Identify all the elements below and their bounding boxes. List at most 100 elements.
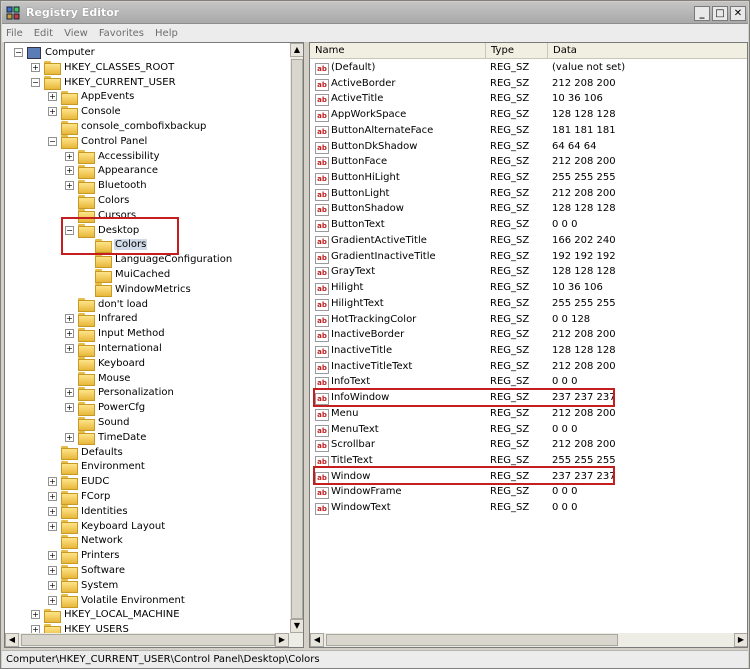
expand-icon[interactable]: +: [48, 595, 57, 605]
tree-node[interactable]: + Software: [48, 563, 126, 579]
tree-node[interactable]: Sound: [65, 415, 131, 431]
tree-node[interactable]: − HKEY_CURRENT_USER: [31, 75, 177, 91]
list-item[interactable]: ab Window REG_SZ 237 237 237: [310, 470, 747, 486]
tree-hscroll-thumb[interactable]: [21, 634, 275, 646]
list-item[interactable]: ab HilightText REG_SZ 255 255 255: [310, 297, 747, 313]
list-item[interactable]: ab HotTrackingColor REG_SZ 0 0 128: [310, 313, 747, 329]
list-item[interactable]: ab InactiveTitleText REG_SZ 212 208 200: [310, 360, 747, 376]
tree-node[interactable]: + AppEvents: [48, 89, 135, 105]
collapse-icon[interactable]: −: [48, 136, 57, 146]
expand-icon[interactable]: +: [48, 521, 57, 531]
list-item[interactable]: ab GrayText REG_SZ 128 128 128: [310, 265, 747, 281]
list-item[interactable]: ab ButtonHiLight REG_SZ 255 255 255: [310, 171, 747, 187]
minimize-button[interactable]: _: [694, 6, 710, 21]
column-type-header[interactable]: Type: [486, 43, 548, 59]
tree-node[interactable]: WindowMetrics: [82, 282, 192, 298]
tree-node[interactable]: + EUDC: [48, 474, 110, 490]
menu-edit[interactable]: Edit: [34, 28, 53, 39]
tree-node[interactable]: Network: [48, 533, 124, 549]
expand-icon[interactable]: +: [31, 610, 40, 620]
expand-icon[interactable]: +: [48, 506, 57, 516]
values-list-pane[interactable]: Name Type Data ab (Default) REG_SZ (value n…: [309, 42, 748, 648]
tree-node[interactable]: − Control Panel: [48, 134, 148, 150]
expand-icon[interactable]: +: [48, 92, 57, 102]
tree-node[interactable]: + HKEY_LOCAL_MACHINE: [31, 607, 181, 623]
list-item[interactable]: ab ButtonFace REG_SZ 212 208 200: [310, 155, 747, 171]
tree-node[interactable]: + International: [65, 341, 163, 357]
collapse-icon[interactable]: −: [65, 225, 74, 235]
tree-node[interactable]: don't load: [65, 297, 149, 313]
tree-node[interactable]: − Computer: [14, 45, 96, 60]
list-item[interactable]: ab InfoWindow REG_SZ 237 237 237: [310, 391, 747, 407]
tree-node[interactable]: MuiCached: [82, 267, 171, 283]
tree-node[interactable]: + Printers: [48, 548, 120, 564]
list-item[interactable]: ab MenuText REG_SZ 0 0 0: [310, 423, 747, 439]
list-item[interactable]: ab ButtonShadow REG_SZ 128 128 128: [310, 202, 747, 218]
column-name-header[interactable]: Name: [310, 43, 486, 59]
tree-node[interactable]: + Identities: [48, 504, 129, 520]
scroll-left-arrow-icon[interactable]: ◀: [5, 633, 19, 647]
scroll-right-arrow-icon[interactable]: ▶: [734, 633, 747, 647]
list-item[interactable]: ab WindowFrame REG_SZ 0 0 0: [310, 485, 747, 501]
tree-node[interactable]: + Volatile Environment: [48, 593, 186, 609]
tree-node[interactable]: Cursors: [65, 208, 137, 224]
expand-icon[interactable]: +: [65, 403, 74, 413]
list-item[interactable]: ab InactiveBorder REG_SZ 212 208 200: [310, 328, 747, 344]
scroll-up-arrow-icon[interactable]: ▲: [290, 43, 303, 57]
expand-icon[interactable]: +: [65, 388, 74, 398]
expand-icon[interactable]: +: [65, 314, 74, 324]
tree-node[interactable]: + Bluetooth: [65, 178, 148, 194]
expand-icon[interactable]: +: [65, 181, 74, 191]
tree-node[interactable]: console_combofixbackup: [48, 119, 207, 135]
tree-node[interactable]: Colors: [82, 237, 148, 253]
tree-node[interactable]: Keyboard: [65, 356, 146, 372]
list-item[interactable]: ab Scrollbar REG_SZ 212 208 200: [310, 438, 747, 454]
tree-node[interactable]: + System: [48, 578, 119, 594]
tree-node[interactable]: + Personalization: [65, 385, 175, 401]
title-bar[interactable]: Registry Editor _ □ ✕: [2, 2, 748, 24]
tree-node[interactable]: + Keyboard Layout: [48, 519, 166, 535]
tree-node[interactable]: LanguageConfiguration: [82, 252, 233, 268]
list-hscroll-thumb[interactable]: [326, 634, 618, 646]
scroll-right-arrow-icon[interactable]: ▶: [275, 633, 289, 647]
tree-node[interactable]: + Console: [48, 104, 122, 120]
maximize-button[interactable]: □: [712, 6, 728, 21]
expand-icon[interactable]: +: [65, 151, 74, 161]
list-item[interactable]: ab AppWorkSpace REG_SZ 128 128 128: [310, 108, 747, 124]
close-button[interactable]: ✕: [730, 6, 746, 21]
expand-icon[interactable]: +: [48, 566, 57, 575]
tree-node[interactable]: + Infrared: [65, 311, 138, 327]
expand-icon[interactable]: +: [65, 432, 74, 442]
expand-icon[interactable]: +: [48, 492, 57, 501]
expand-icon[interactable]: +: [31, 625, 40, 633]
list-item[interactable]: ab ButtonLight REG_SZ 212 208 200: [310, 187, 747, 203]
expand-icon[interactable]: +: [65, 344, 74, 353]
expand-icon[interactable]: +: [31, 62, 40, 72]
expand-icon[interactable]: +: [48, 477, 57, 487]
column-data-header[interactable]: Data: [548, 43, 747, 59]
tree-node[interactable]: Environment: [48, 459, 146, 475]
list-item[interactable]: ab InfoText REG_SZ 0 0 0: [310, 375, 747, 391]
tree-scroll-thumb[interactable]: [291, 59, 303, 619]
expand-icon[interactable]: +: [48, 580, 57, 590]
expand-icon[interactable]: +: [48, 107, 57, 117]
tree-horizontal-scrollbar[interactable]: ◀ ▶: [5, 633, 303, 647]
menu-view[interactable]: View: [64, 28, 88, 39]
list-item[interactable]: ab InactiveTitle REG_SZ 128 128 128: [310, 344, 747, 360]
list-item[interactable]: ab GradientInactiveTitle REG_SZ 192 192 192: [310, 250, 747, 266]
list-item[interactable]: ab GradientActiveTitle REG_SZ 166 202 240: [310, 234, 747, 250]
tree-node[interactable]: + HKEY_USERS: [31, 622, 130, 633]
tree-node[interactable]: Colors: [65, 193, 130, 209]
tree-node[interactable]: + TimeDate: [65, 430, 147, 446]
tree-vertical-scrollbar[interactable]: ▲ ▼: [290, 43, 303, 633]
expand-icon[interactable]: +: [48, 551, 57, 561]
list-horizontal-scrollbar[interactable]: ◀ ▶: [310, 633, 747, 647]
tree-node[interactable]: + Appearance: [65, 163, 159, 179]
list-item[interactable]: ab ButtonText REG_SZ 0 0 0: [310, 218, 747, 234]
list-item[interactable]: ab Hilight REG_SZ 10 36 106: [310, 281, 747, 297]
tree-node[interactable]: + HKEY_CLASSES_ROOT: [31, 60, 175, 76]
tree-node[interactable]: + FCorp: [48, 489, 111, 505]
list-item[interactable]: ab ButtonAlternateFace REG_SZ 181 181 181: [310, 124, 747, 140]
collapse-icon[interactable]: −: [31, 77, 40, 87]
collapse-icon[interactable]: −: [14, 48, 23, 57]
